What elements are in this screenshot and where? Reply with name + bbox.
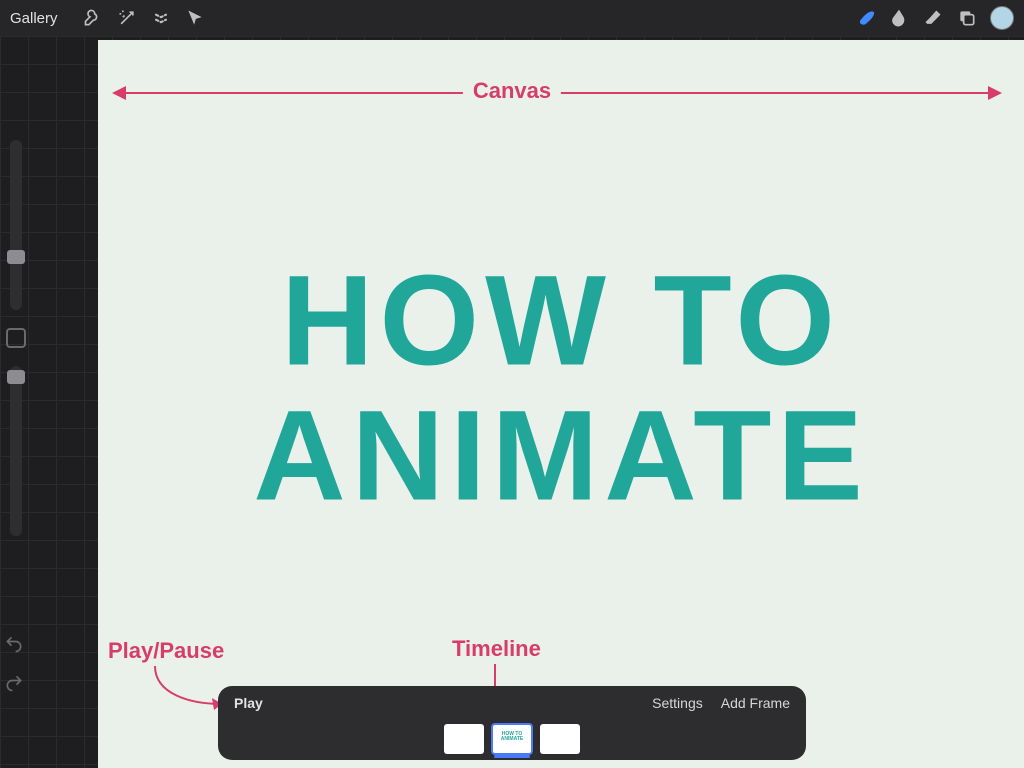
timeline-annotation-label: Timeline <box>452 636 541 662</box>
timeline-frame-active[interactable]: HOW TO ANIMATE <box>492 724 532 754</box>
timeline-settings-button[interactable]: Settings <box>652 695 703 711</box>
undo-button[interactable] <box>4 634 24 659</box>
cursor-icon[interactable] <box>178 1 212 35</box>
canvas-text-line2: ANIMATE <box>253 389 869 523</box>
select-icon[interactable] <box>144 1 178 35</box>
timeline-frame[interactable] <box>444 724 484 754</box>
gallery-button[interactable]: Gallery <box>10 10 58 27</box>
timeline-frames: HOW TO ANIMATE <box>444 724 580 754</box>
brush-icon[interactable] <box>848 1 882 35</box>
redo-button[interactable] <box>4 673 24 698</box>
smudge-icon[interactable] <box>882 1 916 35</box>
layers-icon[interactable] <box>950 1 984 35</box>
add-frame-button[interactable]: Add Frame <box>721 695 790 711</box>
play-button[interactable]: Play <box>234 695 263 711</box>
timeline-frame[interactable] <box>540 724 580 754</box>
modifier-button[interactable] <box>6 328 26 348</box>
opacity-slider[interactable] <box>10 366 22 536</box>
play-pause-annotation-label: Play/Pause <box>108 638 224 664</box>
color-swatch[interactable] <box>990 6 1014 30</box>
eraser-icon[interactable] <box>916 1 950 35</box>
wand-icon[interactable] <box>110 1 144 35</box>
canvas-annotation-label: Canvas <box>463 78 561 104</box>
left-slider-rail <box>0 140 32 536</box>
canvas[interactable]: HOW TO ANIMATE <box>98 40 1024 768</box>
brush-size-slider[interactable] <box>10 140 22 310</box>
frame-thumb-text: HOW TO ANIMATE <box>492 724 532 742</box>
animation-timeline: Play Settings Add Frame HOW TO ANIMATE <box>218 686 806 760</box>
top-toolbar: Gallery <box>0 0 1024 36</box>
wrench-icon[interactable] <box>76 1 110 35</box>
canvas-artwork: HOW TO ANIMATE <box>253 255 869 524</box>
arrow-head-right-icon <box>988 86 1002 100</box>
canvas-text-line1: HOW TO <box>253 255 869 389</box>
undo-redo-group <box>4 634 24 698</box>
arrow-head-left-icon <box>112 86 126 100</box>
